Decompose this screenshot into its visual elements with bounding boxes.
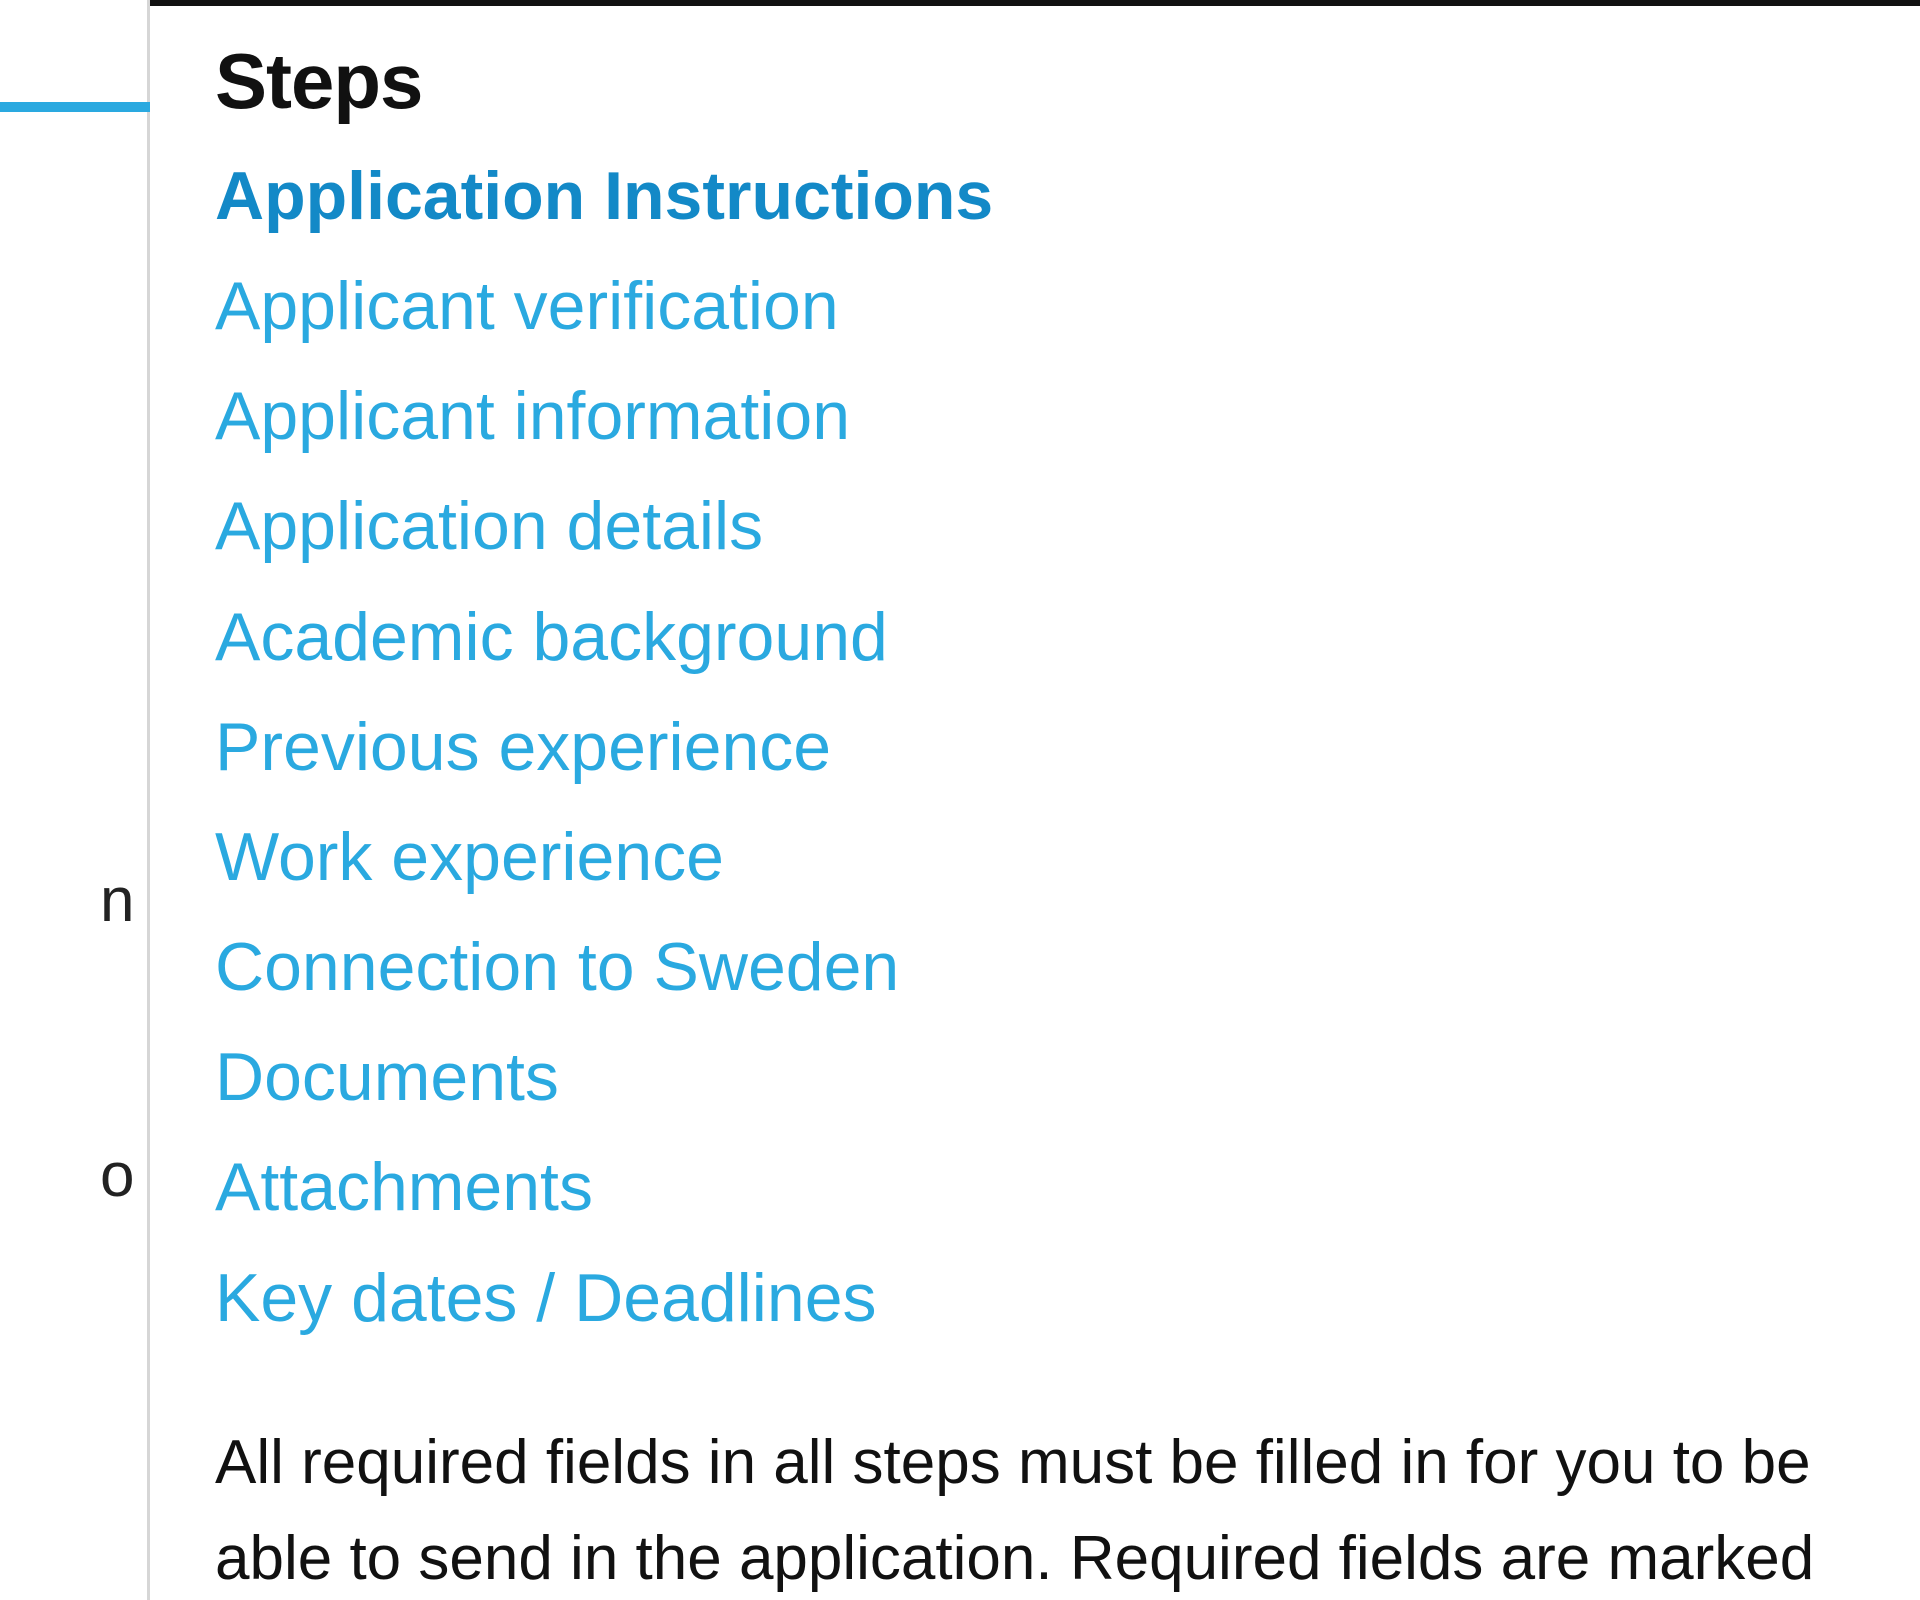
steps-panel: Steps Application Instructions Applicant…: [215, 36, 1895, 1600]
step-link-applicant-information[interactable]: Applicant information: [215, 361, 850, 471]
step-link-connection-to-sweden[interactable]: Connection to Sweden: [215, 912, 899, 1022]
left-accent-bar: [0, 102, 150, 112]
step-link-application-instructions[interactable]: Application Instructions: [215, 141, 993, 251]
content-top-divider: [150, 0, 1920, 6]
viewport: n o Steps Application Instructions Appli…: [0, 0, 1920, 1600]
step-link-documents[interactable]: Documents: [215, 1022, 559, 1132]
step-link-previous-experience[interactable]: Previous experience: [215, 692, 831, 802]
step-link-application-details[interactable]: Application details: [215, 471, 763, 581]
truncated-text-fragment: n: [100, 870, 134, 932]
step-link-key-dates[interactable]: Key dates / Deadlines: [215, 1243, 877, 1353]
step-link-attachments[interactable]: Attachments: [215, 1132, 593, 1242]
step-link-applicant-verification[interactable]: Applicant verification: [215, 251, 839, 361]
truncated-text-fragment: o: [100, 1145, 134, 1207]
step-link-academic-background[interactable]: Academic background: [215, 582, 888, 692]
left-panel-strip: n o: [0, 0, 150, 1600]
steps-heading: Steps: [215, 36, 1895, 127]
steps-info-text: All required fields in all steps must be…: [215, 1415, 1895, 1600]
step-link-work-experience[interactable]: Work experience: [215, 802, 724, 912]
